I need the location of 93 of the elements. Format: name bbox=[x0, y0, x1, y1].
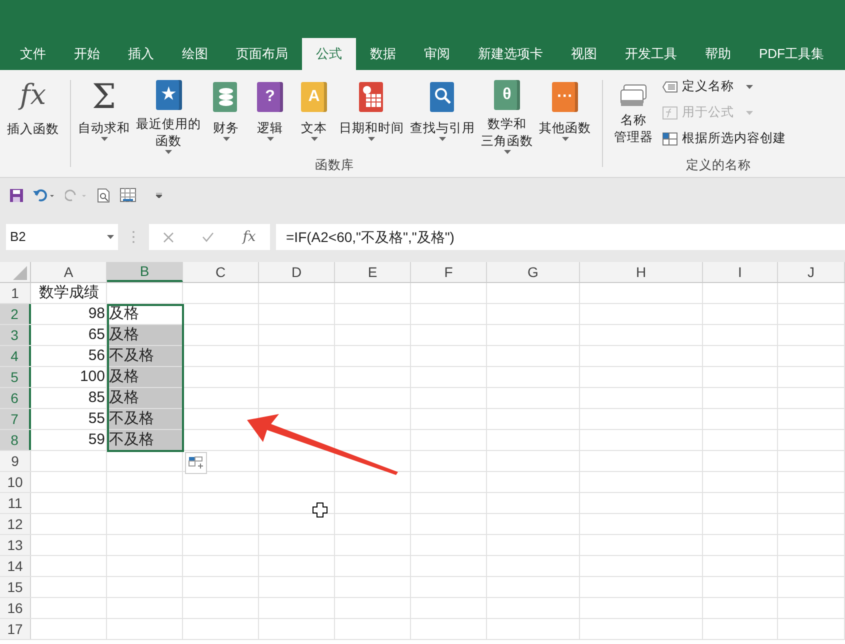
grip-icon bbox=[132, 230, 135, 244]
table-cell-text: 98 bbox=[87, 304, 106, 324]
column-header[interactable]: G bbox=[487, 262, 580, 282]
ribbon-tab[interactable]: 数据 bbox=[356, 38, 410, 70]
print-preview-icon[interactable] bbox=[97, 188, 110, 202]
column-header[interactable]: I bbox=[703, 262, 778, 282]
table-cell-text: 数学成绩 bbox=[38, 283, 100, 303]
column-header[interactable]: F bbox=[411, 262, 487, 282]
column-header[interactable]: B bbox=[107, 262, 183, 282]
sigma-icon: Σ bbox=[92, 80, 116, 114]
group-label: 函数库 bbox=[315, 157, 354, 174]
column-header[interactable]: E bbox=[335, 262, 411, 282]
fx-icon: fx bbox=[20, 80, 46, 110]
insert-function-label[interactable]: fx bbox=[242, 226, 256, 248]
formula-input[interactable]: =IF(A2<60,"不及格","及格") bbox=[276, 224, 845, 250]
ribbon-tab[interactable]: 文件 bbox=[6, 38, 60, 70]
book-icon: ★ bbox=[156, 80, 182, 110]
function-symbol-icon bbox=[662, 106, 678, 120]
table-cell-text: 65 bbox=[87, 325, 106, 345]
table-icon[interactable] bbox=[120, 188, 136, 202]
row-header[interactable]: 2 bbox=[0, 304, 31, 324]
group-label: 定义的名称 bbox=[686, 157, 751, 174]
row-header[interactable]: 12 bbox=[0, 514, 31, 534]
table-cell: 及格 bbox=[107, 325, 183, 345]
paste-options-icon[interactable] bbox=[185, 452, 207, 474]
column-header[interactable]: H bbox=[580, 262, 703, 282]
row-header[interactable]: 7 bbox=[0, 409, 31, 429]
caret-icon[interactable] bbox=[156, 192, 162, 198]
row-header[interactable]: 16 bbox=[0, 598, 31, 618]
ribbon-tab[interactable]: 帮助 bbox=[691, 38, 745, 70]
table-cell-text: 及格 bbox=[108, 304, 140, 324]
ribbon-tab[interactable]: 公式 bbox=[302, 38, 356, 70]
table-cell-text: 59 bbox=[87, 430, 106, 450]
ribbon-tab[interactable]: PDF工具集 bbox=[745, 38, 838, 70]
column-header[interactable]: J bbox=[778, 262, 845, 282]
function-category-button[interactable]: ★ 最近使用的 函数 bbox=[133, 80, 204, 154]
row-header[interactable]: 14 bbox=[0, 556, 31, 576]
function-category-button[interactable]: 查找与引用 bbox=[407, 80, 478, 154]
corner-triangle-icon bbox=[13, 266, 27, 280]
row-header[interactable]: 11 bbox=[0, 493, 31, 513]
table-create-icon bbox=[662, 132, 678, 146]
function-category-button[interactable]: θ 数学和 三角函数 bbox=[478, 80, 536, 154]
name-box[interactable]: B2 bbox=[6, 224, 118, 250]
table-cell: 及格 bbox=[107, 367, 183, 387]
table-cell: 不及格 bbox=[107, 346, 183, 366]
check-icon[interactable] bbox=[202, 232, 214, 242]
table-cell-text: 55 bbox=[87, 409, 106, 429]
function-category-button[interactable]: Σ 自动求和 bbox=[75, 80, 133, 154]
row-header[interactable]: 8 bbox=[0, 430, 31, 450]
save-icon[interactable] bbox=[10, 188, 23, 202]
table-cell: 及格 bbox=[107, 388, 183, 408]
row-header[interactable]: 9 bbox=[0, 451, 31, 471]
function-category-button[interactable]: ··· 其他函数 bbox=[536, 80, 594, 154]
defined-name-command[interactable]: 根据所选内容创建 bbox=[662, 128, 786, 149]
function-category-button[interactable]: 日期和时间 bbox=[336, 80, 407, 154]
book-icon: θ bbox=[494, 80, 520, 110]
book-icon: ? bbox=[257, 82, 283, 112]
row-header[interactable]: 6 bbox=[0, 388, 31, 408]
row-header[interactable]: 3 bbox=[0, 325, 31, 345]
defined-name-command[interactable]: 定义名称 bbox=[662, 76, 786, 97]
ribbon-tab[interactable]: 视图 bbox=[557, 38, 611, 70]
ribbon-tab[interactable]: 绘图 bbox=[168, 38, 222, 70]
table-cell-text: 100 bbox=[78, 367, 106, 387]
book-icon: A bbox=[301, 82, 327, 112]
row-header[interactable]: 4 bbox=[0, 346, 31, 366]
ribbon-tab[interactable]: 页面布局 bbox=[222, 38, 302, 70]
caret-icon bbox=[107, 235, 114, 239]
function-category-button[interactable]: 财务 bbox=[204, 80, 248, 154]
undo-icon[interactable] bbox=[33, 188, 55, 202]
row-header[interactable]: 13 bbox=[0, 535, 31, 555]
row-header[interactable]: 17 bbox=[0, 619, 31, 639]
name-manager-button[interactable]: 名称 管理器 bbox=[611, 76, 656, 154]
function-category-button[interactable]: A 文本 bbox=[292, 80, 336, 154]
ribbon-tab[interactable]: 开发工具 bbox=[611, 38, 691, 70]
table-cell-text: 56 bbox=[87, 346, 106, 366]
ribbon-tab[interactable]: 插入 bbox=[114, 38, 168, 70]
table-cell: 不及格 bbox=[107, 430, 183, 450]
row-header[interactable]: 10 bbox=[0, 472, 31, 492]
label-tag-icon bbox=[662, 80, 678, 92]
table-cell-text: 85 bbox=[87, 388, 106, 408]
ribbon-tab[interactable]: 开始 bbox=[60, 38, 114, 70]
book-icon: ··· bbox=[552, 82, 578, 112]
row-header[interactable]: 15 bbox=[0, 577, 31, 597]
ribbon-tab[interactable]: 新建选项卡 bbox=[464, 38, 557, 70]
row-header[interactable]: 5 bbox=[0, 367, 31, 387]
ribbon-tab[interactable]: 审阅 bbox=[410, 38, 464, 70]
function-category-button[interactable]: ? 逻辑 bbox=[248, 80, 292, 154]
cursor-cross-icon bbox=[312, 502, 328, 518]
column-header[interactable]: D bbox=[259, 262, 335, 282]
insert-function-button[interactable]: fx 插入函数 bbox=[0, 70, 66, 177]
column-header[interactable]: C bbox=[183, 262, 259, 282]
table-cell: 不及格 bbox=[107, 409, 183, 429]
row-header[interactable]: 1 bbox=[0, 283, 31, 303]
